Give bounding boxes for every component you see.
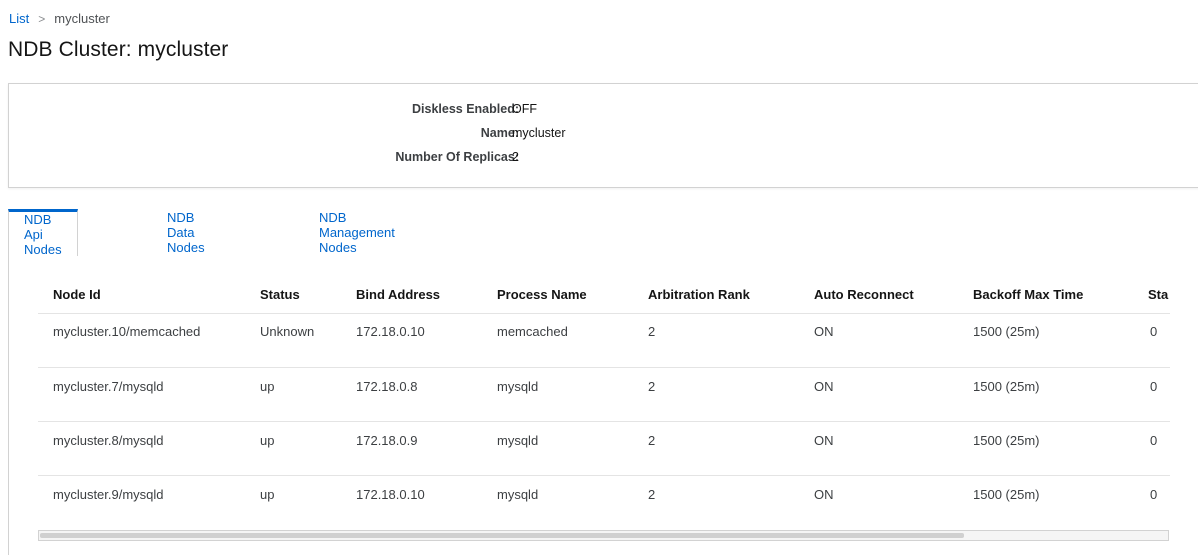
summary-value: mycluster (512, 126, 566, 140)
column-header-node-id[interactable]: Node Id (53, 287, 101, 302)
table-cell: ON (814, 324, 834, 339)
table-cell: memcached (497, 324, 568, 339)
summary-label: Diskless Enabled: (412, 102, 519, 116)
table-cell: 1500 (25m) (973, 324, 1040, 339)
table-cell: ON (814, 433, 834, 448)
column-header-bind-address[interactable]: Bind Address (356, 287, 440, 302)
breadcrumb-separator: > (38, 11, 46, 26)
summary-row-name: Name: mycluster (9, 126, 1198, 144)
summary-value: OFF (512, 102, 537, 116)
table-cell: 2 (648, 379, 656, 394)
table-cell: 0 (1150, 379, 1158, 394)
column-header-auto-reconnect[interactable]: Auto Reconnect (814, 287, 914, 302)
row-divider (38, 367, 1170, 368)
row-divider (38, 421, 1170, 422)
table-cell: mysqld (497, 379, 539, 394)
table-cell: ON (814, 379, 834, 394)
summary-row-replicas: Number Of Replicas: 2 (9, 150, 1198, 168)
table-cell: 172.18.0.10 (356, 324, 425, 339)
breadcrumb-current: mycluster (54, 11, 110, 26)
table-cell: 1500 (25m) (973, 433, 1040, 448)
summary-value: 2 (512, 150, 519, 164)
column-header-process-name[interactable]: Process Name (497, 287, 587, 302)
table-row: mycluster.7/mysqld (53, 379, 164, 394)
table-cell: 1500 (25m) (973, 379, 1040, 394)
table-cell: Unknown (260, 324, 315, 339)
table-cell: 172.18.0.10 (356, 487, 425, 502)
column-header-status[interactable]: Status (260, 287, 300, 302)
table-row: mycluster.10/memcached (53, 324, 201, 339)
table-cell: 1500 (25m) (973, 487, 1040, 502)
table-cell: up (260, 433, 275, 448)
table-cell: 2 (648, 487, 656, 502)
column-header-backoff-max-time[interactable]: Backoff Max Time (973, 287, 1083, 302)
table-cell: up (260, 379, 275, 394)
table-cell: 0 (1150, 324, 1158, 339)
column-header-sta[interactable]: Sta (1148, 287, 1168, 302)
summary-label: Number Of Replicas: (395, 150, 519, 164)
table-cell: mysqld (497, 487, 539, 502)
table-cell: 2 (648, 324, 656, 339)
table-cell: 0 (1150, 487, 1158, 502)
breadcrumb-list-link[interactable]: List (9, 11, 29, 26)
scrollbar-thumb[interactable] (40, 533, 964, 538)
tab-ndb-data-nodes[interactable]: NDB Data Nodes (167, 209, 205, 256)
summary-row-diskless: Diskless Enabled: OFF (9, 102, 1198, 120)
table-row: mycluster.8/mysqld (53, 433, 164, 448)
table-cell: 0 (1150, 433, 1158, 448)
table-cell: 2 (648, 433, 656, 448)
table-cell: ON (814, 487, 834, 502)
page-title: NDB Cluster: mycluster (8, 38, 229, 61)
column-header-arbitration-rank[interactable]: Arbitration Rank (648, 287, 750, 302)
table-cell: mysqld (497, 433, 539, 448)
table-row: mycluster.9/mysqld (53, 487, 164, 502)
cluster-summary-panel: Diskless Enabled: OFF Name: mycluster Nu… (8, 83, 1198, 188)
table-cell: 172.18.0.9 (356, 433, 418, 448)
table-cell: 172.18.0.8 (356, 379, 418, 394)
table-cell: up (260, 487, 275, 502)
tab-ndb-management-nodes[interactable]: NDB Management Nodes (319, 209, 395, 256)
tab-ndb-api-nodes[interactable]: NDB Api Nodes (8, 209, 78, 257)
breadcrumb: List > mycluster (9, 11, 110, 26)
row-divider (38, 475, 1170, 476)
header-divider (38, 313, 1170, 314)
horizontal-scrollbar[interactable] (38, 530, 1169, 541)
